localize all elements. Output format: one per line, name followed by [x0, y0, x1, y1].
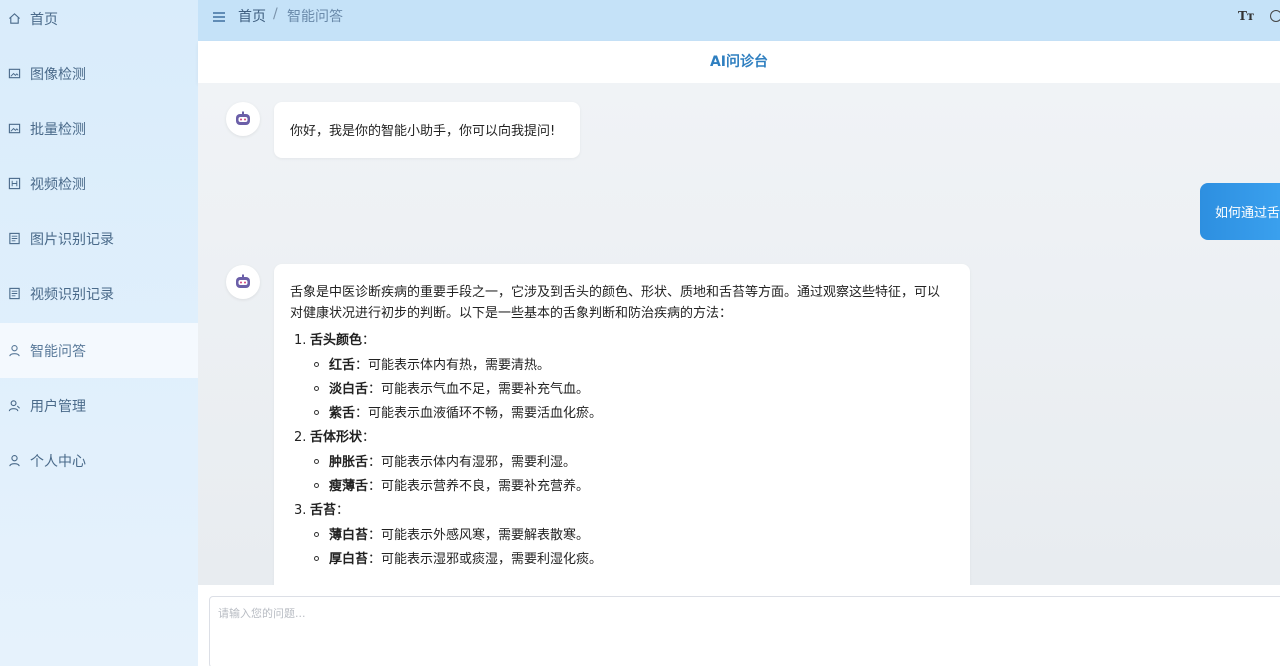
page-title: AI问诊台	[709, 54, 769, 70]
sidebar-item-label: 批量检测	[30, 121, 86, 138]
answer-section: 2. 舌体形状 ：	[294, 430, 376, 445]
sidebar-item-label: 用户管理	[30, 398, 86, 415]
sidebar-item-image-detect[interactable]: 图像检测	[0, 46, 198, 101]
bot-avatar	[226, 265, 260, 299]
greeting-text: 你好，我是你的智能小助手，你可以向我提问!	[290, 124, 556, 139]
font-size-icon[interactable]: Tт	[1238, 9, 1254, 23]
user-icon	[8, 344, 21, 357]
home-icon	[8, 12, 21, 25]
chat-title-bar: AI问诊台	[198, 41, 1280, 83]
document-icon	[8, 287, 21, 300]
list-item: 肿胀舌 ：可能表示体内有湿邪，需要利湿。	[290, 452, 950, 473]
user-message: 如何通过舌象判断健康状况？	[1200, 183, 1280, 240]
sidebar-item-video-records[interactable]: 视频识别记录	[0, 266, 198, 321]
document-icon	[8, 232, 21, 245]
sidebar-item-user-management[interactable]: 用户管理	[0, 378, 198, 433]
bot-avatar	[226, 102, 260, 136]
menu-toggle-icon[interactable]	[212, 9, 226, 23]
list-item: 紫舌 ：可能表示血液循环不畅，需要活血化瘀。	[290, 403, 950, 424]
sidebar-item-personal-center[interactable]: 个人中心	[0, 433, 198, 488]
sidebar-item-label: 图像检测	[30, 66, 86, 83]
user-question-text: 如何通过舌象判断健康状况？	[1215, 206, 1280, 221]
sidebar-item-label: 首页	[30, 11, 58, 28]
breadcrumb-current: 智能问答	[287, 9, 343, 25]
robot-icon	[236, 111, 250, 125]
input-area	[198, 585, 1280, 666]
sidebar-item-label: 个人中心	[30, 453, 86, 470]
sidebar-item-batch-detect[interactable]: 批量检测	[0, 101, 198, 156]
sidebar-item-label: 图片识别记录	[30, 231, 114, 248]
user-icon	[8, 454, 21, 467]
user-group-icon	[8, 399, 21, 412]
fullscreen-icon[interactable]	[1270, 10, 1280, 22]
answer-intro: 舌象是中医诊断疾病的重要手段之一，它涉及到舌头的颜色、形状、质地和舌苔等方面。通…	[290, 285, 941, 321]
list-item: 薄白苔 ：可能表示外感风寒，需要解表散寒。	[290, 525, 950, 546]
answer-section: 3. 舌苔 ：	[294, 503, 350, 518]
image-icon	[8, 122, 21, 135]
sidebar-item-label: 视频识别记录	[30, 286, 114, 303]
breadcrumb-home[interactable]: 首页	[238, 6, 266, 26]
sidebar-item-image-records[interactable]: 图片识别记录	[0, 211, 198, 266]
sidebar-item-smart-qa[interactable]: 智能问答	[0, 323, 198, 378]
breadcrumb-separator: /	[273, 6, 278, 22]
robot-icon	[236, 274, 250, 288]
list-item: 红舌 ：可能表示体内有热，需要清热。	[290, 355, 950, 376]
video-icon	[8, 177, 21, 190]
chat-area[interactable]: 你好，我是你的智能小助手，你可以向我提问! 如何通过舌象判断健康状况？ 舌象是中…	[198, 83, 1280, 585]
sidebar: 首页 图像检测 批量检测 视频检测 图片识别记录 视频识别记录 智能问答 用户管…	[0, 0, 198, 666]
list-item: 淡白舌 ：可能表示气血不足，需要补充气血。	[290, 379, 950, 400]
sidebar-item-label: 视频检测	[30, 176, 86, 193]
image-icon	[8, 67, 21, 80]
sidebar-item-home[interactable]: 首页	[0, 0, 198, 46]
sidebar-item-video-detect[interactable]: 视频检测	[0, 156, 198, 211]
bot-answer: 舌象是中医诊断疾病的重要手段之一，它涉及到舌头的颜色、形状、质地和舌苔等方面。通…	[274, 264, 970, 585]
answer-section: 1. 舌头颜色 ：	[294, 333, 376, 348]
list-item: 瘦薄舌 ：可能表示营养不良，需要补充营养。	[290, 476, 950, 497]
top-header: 首页 / 智能问答 Tт	[198, 0, 1280, 41]
list-item: 厚白苔 ：可能表示湿邪或痰湿，需要利湿化痰。	[290, 549, 950, 570]
sidebar-item-label: 智能问答	[30, 343, 86, 360]
bot-message: 你好，我是你的智能小助手，你可以向我提问!	[274, 102, 580, 158]
question-input[interactable]	[209, 596, 1280, 666]
